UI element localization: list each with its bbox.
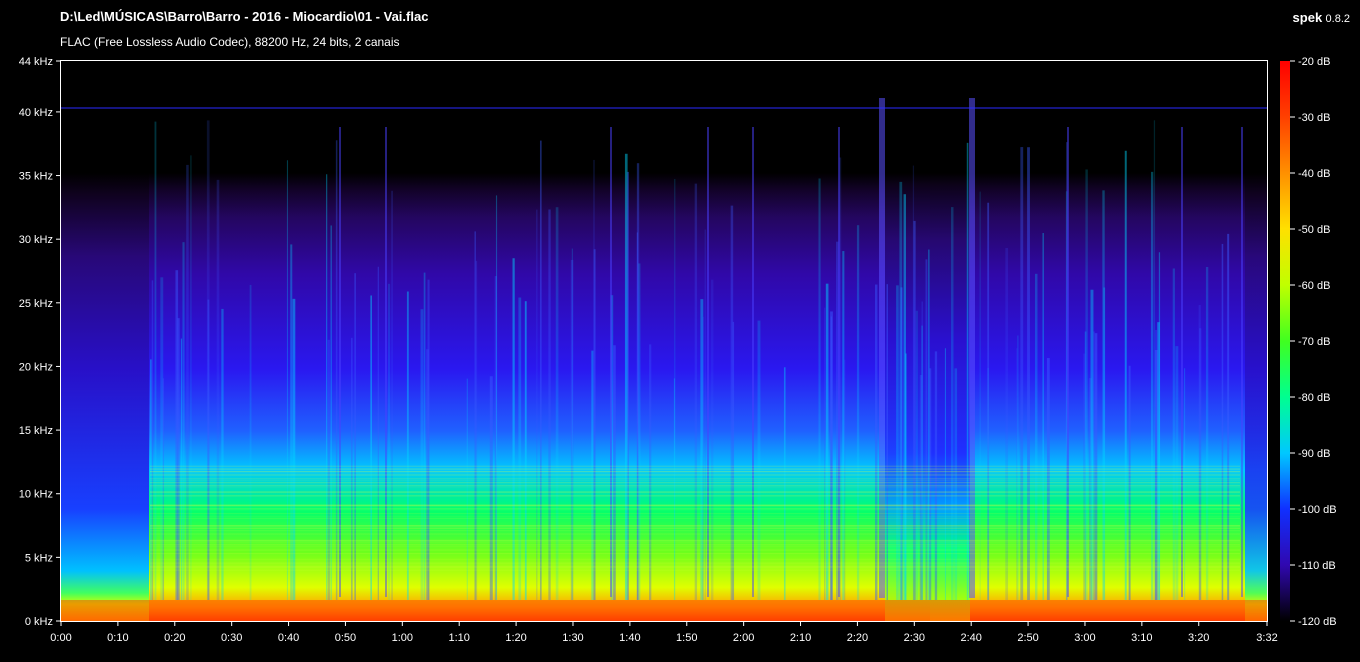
db-tick-label: -40 dB <box>1298 168 1330 180</box>
time-tick-label: 2:50 <box>1017 632 1038 644</box>
db-tick-label: -20 dB <box>1298 56 1330 68</box>
time-tick-label: 1:40 <box>619 632 640 644</box>
time-tick-label: 0:20 <box>164 632 185 644</box>
freq-tick-label: 10 kHz <box>19 489 53 501</box>
freq-tick-label: 40 kHz <box>19 107 53 119</box>
time-tick-label: 0:40 <box>278 632 299 644</box>
freq-tick-label: 44 kHz <box>19 56 53 68</box>
time-tick-label: 1:10 <box>448 632 469 644</box>
time-tick-label: 2:20 <box>847 632 868 644</box>
db-tick-label: -110 dB <box>1298 560 1336 572</box>
db-tick-label: -100 dB <box>1298 504 1337 516</box>
db-tick-label: -70 dB <box>1298 336 1330 348</box>
freq-tick-label: 30 kHz <box>19 234 53 246</box>
time-tick-label: 3:10 <box>1131 632 1152 644</box>
time-tick-label: 1:30 <box>562 632 583 644</box>
time-tick-label: 1:20 <box>505 632 526 644</box>
time-tick-label: 2:30 <box>904 632 925 644</box>
freq-tick-label: 5 kHz <box>25 552 53 564</box>
db-tick-label: -90 dB <box>1298 448 1330 460</box>
db-tick-label: -60 dB <box>1298 280 1330 292</box>
time-tick-label: 1:50 <box>676 632 697 644</box>
time-tick-label: 0:30 <box>221 632 242 644</box>
time-tick-label: 1:00 <box>392 632 413 644</box>
time-tick-label: 0:00 <box>50 632 71 644</box>
time-tick-label: 0:50 <box>335 632 356 644</box>
frequency-axis: 44 kHz 40 kHz 35 kHz 30 kHz 25 kHz 20 kHz 15 k… <box>19 56 61 628</box>
time-axis: 0:00 0:10 0:20 0:30 0:40 0:50 1:00 1:10 1:20 1:30… <box>50 621 1278 644</box>
time-tick-label: 3:32 <box>1256 632 1277 644</box>
freq-tick-label: 15 kHz <box>19 425 53 437</box>
time-tick-label: 2:00 <box>733 632 754 644</box>
db-tick-label: -30 dB <box>1298 112 1330 124</box>
db-tick-label: -50 dB <box>1298 224 1330 236</box>
time-tick-label: 3:20 <box>1188 632 1209 644</box>
db-colorbar <box>1280 61 1290 621</box>
freq-tick-label: 35 kHz <box>19 171 53 183</box>
freq-tick-label: 0 kHz <box>25 616 53 628</box>
db-tick-label: -80 dB <box>1298 392 1330 404</box>
spectrogram-view: 44 kHz 40 kHz 35 kHz 30 kHz 25 kHz 20 kHz 15 k… <box>19 56 1337 644</box>
freq-tick-label: 25 kHz <box>19 298 53 310</box>
time-tick-label: 0:10 <box>107 632 128 644</box>
spectrogram-image <box>61 61 1267 621</box>
db-scale-axis: -20 dB -30 dB -40 dB -50 dB -60 dB -70 dB -80 … <box>1290 56 1337 628</box>
time-tick-label: 2:40 <box>960 632 981 644</box>
time-tick-label: 2:10 <box>790 632 811 644</box>
time-tick-label: 3:00 <box>1074 632 1095 644</box>
freq-tick-label: 20 kHz <box>19 361 53 373</box>
db-tick-label: -120 dB <box>1298 616 1337 628</box>
